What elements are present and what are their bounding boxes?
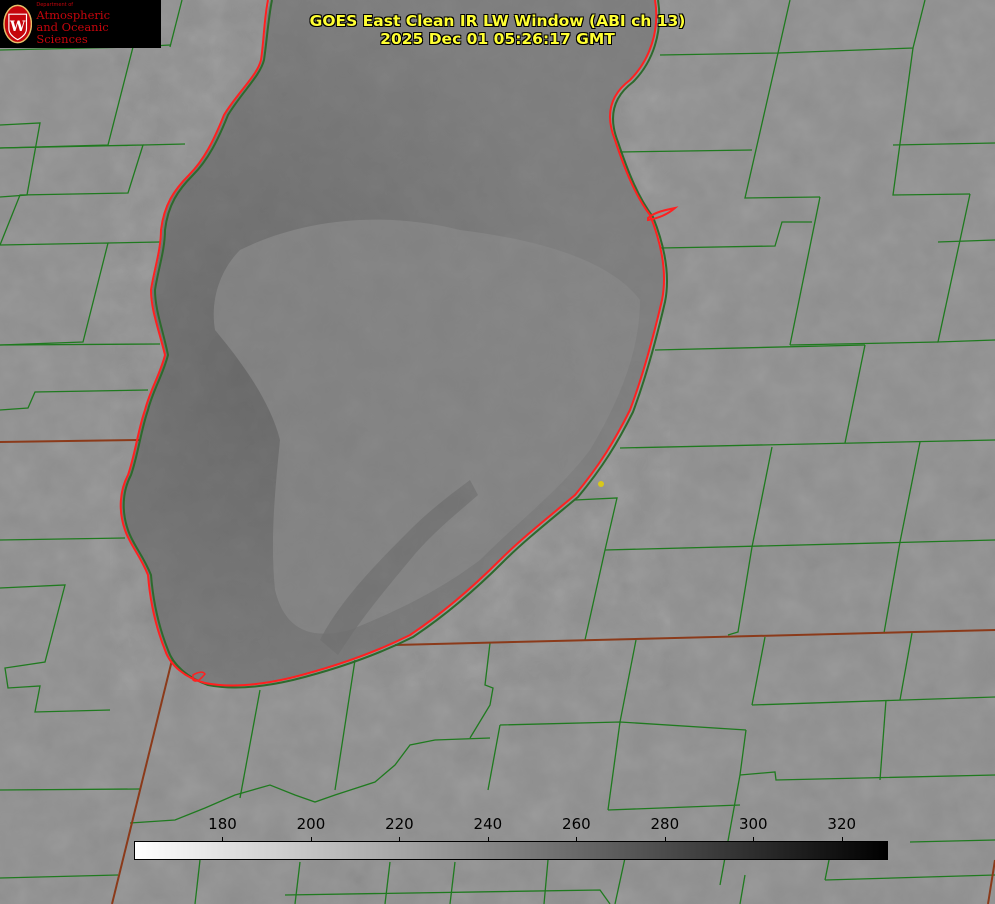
lake-texture	[110, 0, 670, 690]
colorbar	[134, 841, 888, 860]
colorbar-tick-mark	[576, 837, 578, 842]
colorbar-tick-label: 220	[385, 815, 414, 833]
location-marker	[598, 481, 604, 487]
uw-crest-icon: W	[3, 4, 33, 44]
colorbar-tick-mark	[753, 837, 755, 842]
colorbar-tick-label: 280	[650, 815, 680, 833]
svg-text:W: W	[9, 19, 26, 35]
logo-line1: Atmospheric	[36, 7, 111, 22]
title-line1: GOES East Clean IR LW Window (ABI ch 13)	[309, 12, 686, 30]
title-line2: 2025 Dec 01 05:26:17 GMT	[380, 30, 615, 48]
satellite-map	[0, 0, 995, 904]
colorbar-tick-mark	[399, 837, 401, 842]
colorbar-tick-label: 320	[827, 815, 857, 833]
colorbar-tick-label: 180	[208, 815, 237, 833]
uw-aos-logo: W Department of Atmospheric and Oceanic …	[0, 0, 161, 48]
logo-line2: and Oceanic Sciences	[36, 19, 109, 46]
colorbar-tick-mark	[841, 837, 843, 842]
colorbar-tick-label: 240	[473, 815, 503, 833]
colorbar-tick-mark	[222, 837, 224, 842]
colorbar-tick-mark	[310, 837, 312, 842]
colorbar-tick-label: 260	[562, 815, 591, 833]
colorbar-tick-mark	[664, 837, 666, 842]
colorbar-tick-label: 300	[738, 815, 768, 833]
colorbar-tick-label: 200	[296, 815, 326, 833]
colorbar-tick-mark	[487, 837, 489, 842]
image-title: GOES East Clean IR LW Window (ABI ch 13)…	[300, 12, 695, 48]
